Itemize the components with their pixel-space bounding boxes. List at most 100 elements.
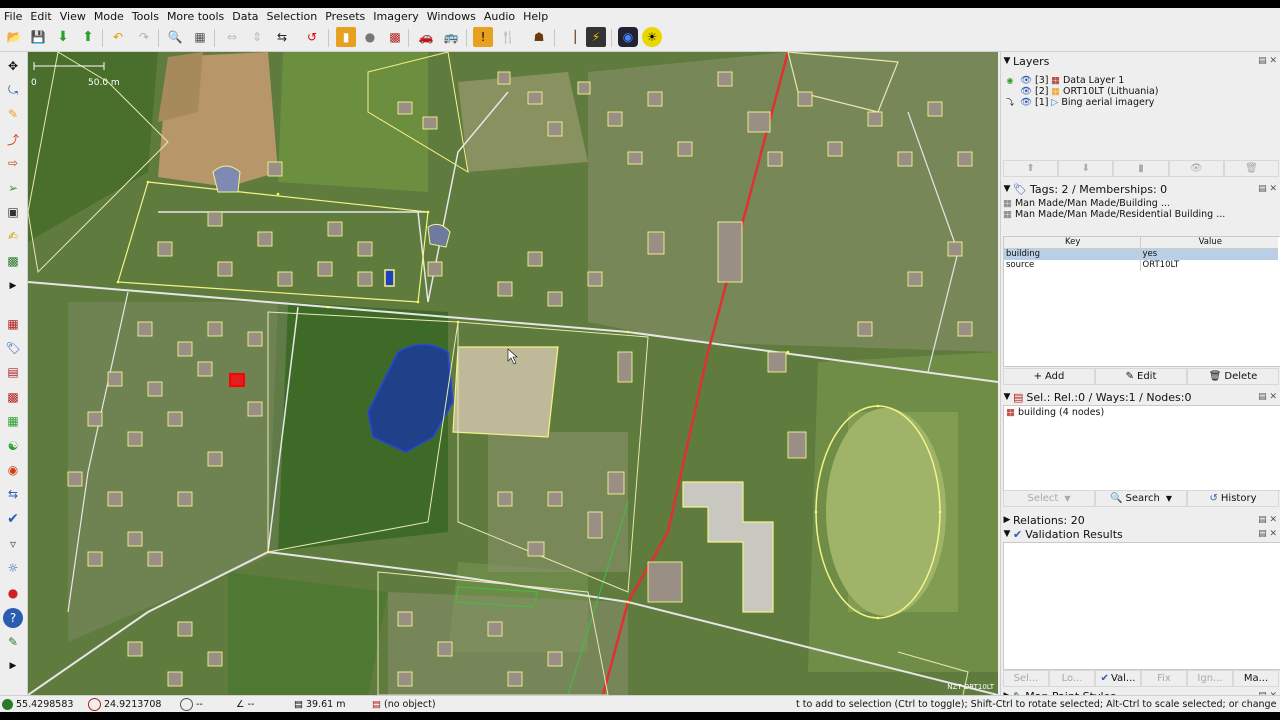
menu-tools[interactable]: Tools [128,10,163,23]
map-canvas[interactable] [28,52,998,695]
menu-help[interactable]: Help [519,10,552,23]
history-toggle-icon[interactable]: ☯ [3,436,23,456]
panel-close-icon[interactable]: ▤ ✕ [1258,184,1277,194]
menu-data[interactable]: Data [228,10,262,23]
layers-panel-header[interactable]: ▼ Layers ▤ ✕ [1001,54,1280,68]
menu-view[interactable]: View [56,10,90,23]
validation-lookup-button[interactable]: Lo... [1049,670,1095,687]
validation-select-button[interactable]: Sel... [1003,670,1049,687]
key-column-header[interactable]: Key [1004,237,1141,248]
delete-layer-icon[interactable]: 🗑 [1223,160,1280,177]
select-mode-icon[interactable]: ✥ [3,56,23,76]
tag-row[interactable]: source ORT10LT [1004,260,1278,271]
combine-way-icon[interactable]: ⇕ [247,27,267,47]
relations-panel-header[interactable]: ▶ Relations: 20 ▤ ✕ [1001,513,1280,527]
preset-power-icon[interactable]: ⚡ [586,27,606,47]
paintstyle-toggle-icon[interactable]: ✎ [3,632,23,652]
merge-layer-icon[interactable]: ▮ [1113,160,1169,177]
preset-barrier-icon[interactable]: ▮ [336,27,356,47]
lasso-mode-icon[interactable]: ⤿ [3,80,23,100]
value-column-header[interactable]: Value [1141,237,1279,248]
visibility-eye-icon[interactable]: 👁 [1017,86,1035,97]
preset-bus-icon[interactable]: 🚌 [441,27,461,47]
panel-close-icon[interactable]: ▤ ✕ [1258,529,1277,539]
preset-warning-icon[interactable]: ! [473,27,493,47]
preset-wall-icon[interactable]: ▩ [385,27,405,47]
filter-toggle-icon[interactable]: ⇆ [3,484,23,504]
collapse-icon[interactable]: ▼ [1001,184,1013,194]
split-way-icon[interactable]: ⇔ [222,27,242,47]
map-toggle-icon[interactable]: ▦ [3,411,23,431]
menu-imagery[interactable]: Imagery [369,10,422,23]
selection-panel-header[interactable]: ▼ ▤ Sel.: Rel.:0 / Ways:1 / Nodes:0 ▤ ✕ [1001,390,1280,404]
preset-camera-icon[interactable]: ◉ [618,27,638,47]
expand-arrow-bottom-icon[interactable]: ▶ [3,656,23,676]
mapcss-button[interactable]: Ma... [1233,670,1279,687]
panel-close-icon[interactable]: ▤ ✕ [1258,56,1277,66]
extrude-mode-icon[interactable]: ➢ [3,178,23,198]
open-file-icon[interactable]: 📂 [4,27,24,47]
fix-button[interactable]: Fix [1141,670,1187,687]
preset-link[interactable]: ▦ Man Made/Man Made/Building ... [1003,198,1279,209]
menu-selection[interactable]: Selection [263,10,322,23]
author-toggle-icon[interactable]: ☼ [3,558,23,578]
notes-toggle-icon[interactable]: ● [3,583,23,603]
menu-file[interactable]: File [0,10,26,23]
menu-windows[interactable]: Windows [423,10,480,23]
edit-tag-button[interactable]: ✎ Edit [1095,368,1187,385]
move-up-icon[interactable]: ⬆ [1003,160,1059,177]
delete-tag-button[interactable]: 🗑 Delete [1187,368,1279,385]
layers-toggle-icon[interactable]: ▦ [3,314,23,334]
menu-presets[interactable]: Presets [321,10,369,23]
preset-traffic-light-icon[interactable]: ● [360,27,380,47]
redo-icon[interactable]: ↷ [134,27,154,47]
selection-item[interactable]: ▦ building (4 nodes) [1004,406,1280,419]
menu-mode[interactable]: Mode [90,10,128,23]
menu-audio[interactable]: Audio [480,10,519,23]
download-icon[interactable]: ⬇ [53,27,73,47]
panel-close-icon[interactable]: ▤ ✕ [1258,392,1277,402]
move-down-icon[interactable]: ⬇ [1058,160,1114,177]
save-icon[interactable]: 💾 [28,27,48,47]
zoom-mode-icon[interactable]: ▩ [3,251,23,271]
changeset-toggle-icon[interactable]: ? [3,608,23,628]
tag-row[interactable]: building yes [1004,249,1278,260]
add-tag-button[interactable]: + Add [1003,368,1095,385]
select-button[interactable]: Select ▼ [1003,490,1095,507]
preferences-icon[interactable]: ▦ [190,27,210,47]
expand-icon[interactable]: ▶ [1001,515,1013,525]
delete-mode-icon[interactable]: ✍ [3,226,23,246]
reverse-way-icon[interactable]: ⇆ [272,27,292,47]
draw-mode-icon[interactable]: ✎ [3,104,23,124]
preset-ruins-icon[interactable]: ☗ [529,27,549,47]
expand-arrow-icon[interactable]: ▶ [3,276,23,296]
selection-toggle-icon[interactable]: ▤ [3,362,23,382]
zoom-icon[interactable]: 🔍 [165,27,185,47]
parallel-mode-icon[interactable]: ⇨ [3,153,23,173]
building-tool-icon[interactable]: ▣ [3,202,23,222]
collapse-icon[interactable]: ▼ [1001,392,1013,402]
menu-edit[interactable]: Edit [26,10,55,23]
filter-funnel-icon[interactable]: ▿ [3,534,23,554]
collapse-icon[interactable]: ▼ [1001,529,1013,539]
tags-toggle-icon[interactable]: 🏷 [3,338,23,358]
validation-panel-header[interactable]: ▼ ✔ Validation Results ▤ ✕ [1001,527,1280,541]
tags-panel-header[interactable]: ▼ 🏷 Tags: 2 / Memberships: 0 ▤ ✕ [1001,182,1280,196]
panel-close-icon[interactable]: ▤ ✕ [1258,515,1277,525]
improve-way-icon[interactable]: ⤴ [3,129,23,149]
visibility-eye-icon[interactable]: 👁 [1017,75,1035,86]
ignore-button[interactable]: Ign... [1187,670,1233,687]
validate-button[interactable]: ✔ Val... [1095,670,1141,687]
relations-toggle-icon[interactable]: ▩ [3,387,23,407]
menu-more-tools[interactable]: More tools [163,10,228,23]
collapse-icon[interactable]: ▼ [1001,56,1013,66]
layer-visibility-icon[interactable]: 👁 [1168,160,1224,177]
layer-row[interactable]: 👁 [2] ▦ ORT10LT (Lithuania) [1003,86,1159,97]
layer-row[interactable]: ◉ 👁 [3] ▦ Data Layer 1 [1003,75,1125,86]
visibility-eye-icon[interactable]: 👁 [1017,97,1035,108]
history-button[interactable]: ↺ History [1187,490,1279,507]
preset-car-icon[interactable]: 🚗 [416,27,436,47]
preset-sun-icon[interactable]: ☀ [642,27,662,47]
preset-industrial-icon[interactable]: ▕ [561,27,581,47]
align-icon[interactable]: ↺ [302,27,322,47]
